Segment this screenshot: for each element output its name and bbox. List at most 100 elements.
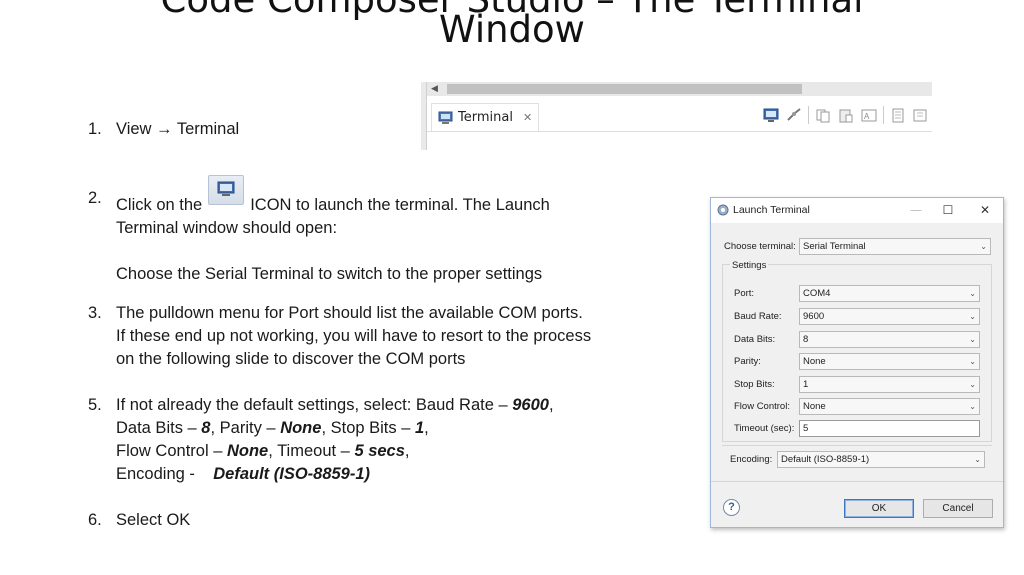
divider — [722, 445, 992, 446]
chevron-down-icon: ⌄ — [969, 357, 976, 366]
maximize-button[interactable]: ☐ — [939, 202, 957, 218]
step-body: The pulldown menu for Port should list t… — [116, 302, 648, 371]
scrollbar-thumb[interactable] — [447, 84, 802, 94]
chevron-down-icon: ⌄ — [969, 380, 976, 389]
encoding-select[interactable]: Default (ISO-8859-1) ⌄ — [777, 451, 985, 468]
parity-value: None — [280, 419, 322, 437]
step-text-line: Encoding - Default (ISO-8859-1) — [116, 463, 648, 486]
step-text: The pulldown menu for Port should list t… — [116, 304, 583, 322]
cancel-button[interactable]: Cancel — [923, 499, 993, 518]
paste-icon[interactable] — [837, 106, 855, 124]
port-value: COM4 — [803, 288, 831, 299]
choose-terminal-label: Choose terminal: — [724, 241, 796, 252]
step-text: , — [424, 419, 429, 437]
clear-icon[interactable] — [889, 106, 907, 124]
step-text: Select OK — [116, 511, 191, 529]
step-text: , Stop Bits – — [321, 419, 415, 437]
dialog-title-bar: Launch Terminal — ☐ ✕ — [711, 198, 1003, 223]
step-text: View → Terminal — [116, 120, 240, 138]
step-text: Click on the — [116, 196, 203, 214]
chevron-down-icon: ⌄ — [969, 289, 976, 298]
step-text: ICON to launch the terminal. The Launch — [250, 196, 550, 214]
step-number: 5. — [88, 396, 102, 414]
baud-rate-field-value: 9600 — [803, 311, 825, 322]
scroll-left-arrow-icon[interactable]: ◀ — [431, 82, 438, 96]
stop-bits-field-value: 1 — [803, 379, 809, 390]
step-text: , — [548, 396, 554, 414]
chevron-down-icon: ⌄ — [969, 335, 976, 344]
timeout-field-value: 5 — [803, 423, 809, 434]
dialog-title: Launch Terminal — [733, 204, 810, 216]
select-all-icon[interactable]: A — [860, 106, 878, 124]
step-text: If these end up not working, you will ha… — [116, 327, 592, 345]
step-text: Flow Control – — [116, 442, 227, 460]
parity-label: Parity: — [734, 356, 761, 367]
step-number: 3. — [88, 304, 102, 322]
minimize-button[interactable]: — — [907, 202, 925, 218]
step-text: Choose the Serial Terminal to switch to … — [116, 265, 543, 283]
stop-bits-label: Stop Bits: — [734, 379, 775, 390]
encoding-value: Default (ISO-8859-1) — [213, 465, 371, 483]
step-body: Click on the ICON to launch the terminal.… — [116, 175, 648, 286]
data-bits-field-value: 8 — [803, 334, 809, 345]
step-text: , — [404, 442, 410, 460]
step-text-line: If not already the default settings, sel… — [116, 394, 648, 417]
horizontal-scrollbar[interactable]: ◀ — [427, 82, 932, 96]
choose-terminal-select[interactable]: Serial Terminal ⌄ — [799, 238, 991, 255]
encoding-label: Encoding: — [730, 454, 773, 465]
stop-bits-select[interactable]: 1 ⌄ — [799, 376, 980, 393]
settings-group-title: Settings — [730, 260, 769, 271]
flow-control-label: Flow Control: — [734, 401, 790, 412]
help-icon[interactable]: ? — [723, 499, 740, 516]
baud-rate-label: Baud Rate: — [734, 311, 782, 322]
chevron-down-icon: ⌄ — [969, 402, 976, 411]
step-body: If not already the default settings, sel… — [116, 394, 648, 486]
toolbar-separator — [808, 106, 809, 124]
open-terminal-icon[interactable] — [762, 106, 780, 124]
parity-field-value: None — [803, 356, 826, 367]
encoding-field-value: Default (ISO-8859-1) — [781, 454, 870, 465]
close-button[interactable]: ✕ — [976, 202, 994, 218]
chevron-down-icon: ⌄ — [969, 312, 976, 321]
terminal-toolbar: A — [762, 106, 930, 124]
step-text: on the following slide to discover the C… — [116, 350, 466, 368]
scroll-lock-icon[interactable] — [912, 106, 930, 124]
step-number: 2. — [88, 189, 102, 207]
svg-text:A: A — [864, 112, 870, 121]
step-number: 1. — [88, 120, 102, 138]
step-text: If not already the default settings, sel… — [116, 396, 513, 414]
stop-bits-value: 1 — [414, 419, 425, 437]
data-bits-select[interactable]: 8 ⌄ — [799, 331, 980, 348]
port-label: Port: — [734, 288, 755, 299]
step-text: , Timeout – — [268, 442, 355, 460]
connect-icon[interactable] — [785, 106, 803, 124]
slide-title-line-2: Window — [439, 8, 585, 51]
terminal-settings-icon — [717, 204, 729, 216]
flow-control-value: None — [226, 442, 269, 460]
step-body: Select OK — [116, 509, 648, 532]
step-text-line: Click on the ICON to launch the terminal.… — [116, 175, 648, 217]
flow-control-field-value: None — [803, 401, 826, 412]
step-text: Data Bits – — [116, 419, 202, 437]
copy-icon[interactable] — [814, 106, 832, 124]
baud-rate-select[interactable]: 9600 ⌄ — [799, 308, 980, 325]
chevron-down-icon: ⌄ — [974, 455, 981, 464]
port-select[interactable]: COM4 ⌄ — [799, 285, 980, 302]
step-text-line: Flow Control – None, Timeout – 5 secs, — [116, 440, 648, 463]
ok-button[interactable]: OK — [844, 499, 914, 518]
parity-select[interactable]: None ⌄ — [799, 353, 980, 370]
button-bar-divider — [711, 481, 1003, 482]
chevron-down-icon: ⌄ — [980, 242, 987, 251]
toolbar-separator — [883, 106, 884, 124]
timeout-label: Timeout (sec): — [734, 423, 795, 434]
data-bits-label: Data Bits: — [734, 334, 776, 345]
timeout-input[interactable]: 5 — [799, 420, 980, 437]
timeout-value: 5 secs — [354, 442, 405, 460]
open-terminal-icon — [208, 175, 245, 205]
step-text: Terminal window should open: — [116, 219, 338, 237]
choose-terminal-value: Serial Terminal — [803, 241, 866, 252]
step-text: Encoding - — [116, 465, 214, 483]
flow-control-select[interactable]: None ⌄ — [799, 398, 980, 415]
step-text-line: Data Bits – 8, Parity – None, Stop Bits … — [116, 417, 648, 440]
baud-rate-value: 9600 — [512, 396, 549, 414]
